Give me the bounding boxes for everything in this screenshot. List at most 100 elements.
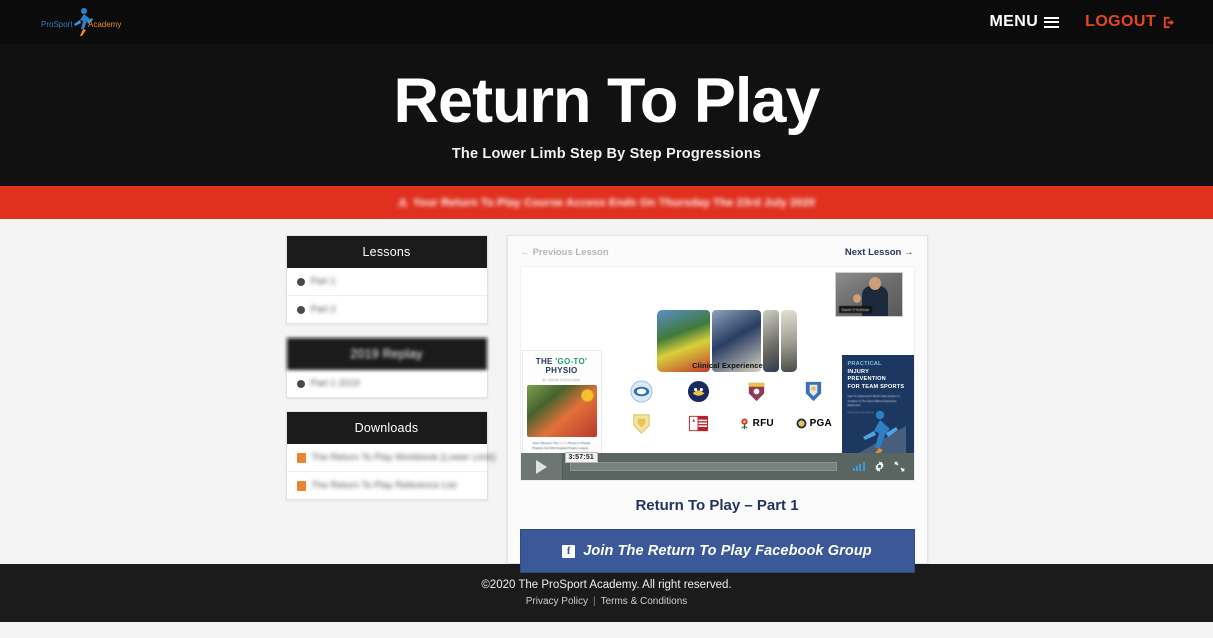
- progress-bar-container[interactable]: 3:57:51: [563, 452, 844, 480]
- play-button[interactable]: [520, 453, 563, 480]
- sidebar-item-label: Part 1 2019: [310, 378, 360, 389]
- alert-content: ⚠ Your Return To Play Course Access Ends…: [397, 196, 816, 210]
- signal-bars-icon[interactable]: [852, 462, 865, 471]
- running-figure-icon: [849, 410, 906, 458]
- play-icon: [535, 459, 547, 474]
- video-slide: David O'Sullivan THE 'GO-TO' PHYSIO BY D…: [520, 267, 914, 480]
- pga-logo: PGA: [796, 418, 832, 429]
- panel-downloads-header: Downloads: [286, 412, 487, 444]
- menu-button[interactable]: MENU: [989, 13, 1060, 31]
- panel-lessons: Lessons Part 1 Part 2: [285, 235, 488, 324]
- book-caption: How I Became The Go-To Physio In Private…: [528, 441, 596, 450]
- book-byline: BY DAVID O'SULLIVAN: [542, 378, 581, 382]
- logout-button[interactable]: LOGOUT: [1085, 13, 1177, 31]
- blue-club-crest: [806, 381, 822, 402]
- terms-conditions-link[interactable]: Terms & Conditions: [601, 596, 688, 607]
- legal-links: Privacy Policy | Terms & Conditions: [526, 596, 688, 607]
- rfu-logo: RFU: [739, 417, 774, 430]
- book-title-line-1: THE 'GO-TO': [528, 357, 596, 366]
- fullscreen-icon[interactable]: [894, 461, 905, 472]
- sidebar-item-lesson-2[interactable]: Part 2: [287, 296, 487, 323]
- navy-club-crest: [688, 380, 710, 403]
- poster-line-1: PRACTICAL: [847, 361, 882, 367]
- privacy-policy-link[interactable]: Privacy Policy: [526, 596, 588, 607]
- nav-right-group: MENU LOGOUT: [989, 13, 1177, 31]
- pdf-file-icon: [296, 452, 306, 463]
- copyright-text: ©2020 The ProSport Academy. All right re…: [481, 579, 732, 591]
- logout-arrow-icon: [1163, 16, 1175, 28]
- page-body: Lessons Part 1 Part 2 2019 Replay Part 1…: [0, 219, 1213, 573]
- sidebar-item-replay-1[interactable]: Part 1 2019: [287, 370, 487, 397]
- status-dot-icon: [296, 305, 305, 314]
- lesson-title: Return To Play – Part 1: [635, 497, 799, 514]
- pga-seal-icon: [796, 418, 807, 429]
- client-logo-grid: RFU PGA: [613, 380, 843, 435]
- facebook-button-label: Join The Return To Play Facebook Group: [583, 543, 872, 559]
- facebook-f-icon: f: [562, 544, 576, 558]
- bestseller-badge-icon: [580, 389, 594, 402]
- download-item-reference[interactable]: The Return To Play Reference List: [287, 472, 487, 499]
- presenter-hand: [852, 294, 861, 303]
- book-title-the: THE: [535, 357, 556, 366]
- panel-replay: 2019 Replay Part 1 2019: [285, 337, 488, 398]
- video-player[interactable]: David O'Sullivan THE 'GO-TO' PHYSIO BY D…: [519, 266, 915, 481]
- book-cover-injury-prevention: PRACTICAL INJURY PREVENTION FOR TEAM SPO…: [841, 355, 914, 460]
- rose-icon: [741, 418, 748, 429]
- rfu-label: RFU: [752, 418, 774, 429]
- page-subtitle: The Lower Limb Step By Step Progressions: [451, 146, 762, 163]
- clinical-experience-block: Clinical Experience RFU PGA: [613, 361, 843, 435]
- gold-club-crest: [633, 414, 650, 434]
- next-lesson-link[interactable]: Next Lesson →: [845, 247, 914, 258]
- england-rugby-league-crest: [689, 415, 709, 432]
- poster-line-3: FOR TEAM SPORTS: [847, 383, 905, 390]
- book-title-line-2: PHYSIO: [545, 366, 578, 375]
- book-caption-b: Go-To: [558, 441, 568, 445]
- status-dot-icon: [296, 379, 305, 388]
- pdf-file-icon: [296, 480, 306, 491]
- presenter-name-label: David O'Sullivan: [838, 306, 873, 313]
- download-item-workbook[interactable]: The Return To Play Workbook (Lower Limb): [286, 444, 496, 472]
- top-navigation-bar: ProSport Academy MENU LOGOUT: [0, 0, 1213, 44]
- book-cover-go-to-physio: THE 'GO-TO' PHYSIO BY DAVID O'SULLIVAN H…: [521, 350, 602, 462]
- maroon-club-crest: [748, 382, 764, 402]
- current-time-tooltip: 3:57:51: [564, 452, 599, 463]
- prosport-academy-logo[interactable]: ProSport Academy: [40, 4, 130, 40]
- sidebar-item-lesson-1[interactable]: Part 1: [286, 268, 487, 296]
- book-title-goto: 'GO-TO': [555, 357, 588, 366]
- warning-triangle-icon: ⚠: [397, 197, 408, 209]
- logo-icon: ProSport Academy: [41, 8, 121, 36]
- poster-line-2: INJURY PREVENTION: [847, 368, 886, 383]
- clinical-experience-heading: Clinical Experience: [692, 361, 763, 370]
- presenter-webcam-overlay: David O'Sullivan: [834, 272, 903, 317]
- legal-separator: |: [592, 596, 596, 607]
- lesson-navigation: ← Previous Lesson Next Lesson →: [520, 245, 915, 266]
- gear-icon[interactable]: [874, 461, 885, 472]
- logout-label: LOGOUT: [1085, 13, 1156, 30]
- presenter-head: [868, 277, 881, 290]
- sidebar-item-label: Part 1: [310, 276, 336, 287]
- panel-lessons-header: Lessons: [286, 236, 487, 268]
- sidebar-item-label: Part 2: [310, 304, 336, 315]
- panel-replay-header: 2019 Replay: [286, 338, 487, 370]
- player-icon-group: [844, 461, 914, 472]
- progress-bar-track[interactable]: [569, 462, 837, 471]
- hero-section: Return To Play The Lower Limb Step By St…: [0, 44, 1213, 186]
- pga-label: PGA: [809, 418, 832, 429]
- course-sidebar: Lessons Part 1 Part 2 2019 Replay Part 1…: [285, 235, 496, 564]
- previous-lesson-link[interactable]: ← Previous Lesson: [521, 247, 609, 258]
- leeds-rhinos-crest: [630, 380, 653, 403]
- page-title: Return To Play: [393, 65, 821, 136]
- book-cover-photo: [526, 385, 597, 437]
- hamburger-icon: [1044, 16, 1060, 28]
- book-caption-a: How I Became The: [532, 441, 559, 445]
- download-item-label: The Return To Play Reference List: [311, 480, 457, 491]
- download-item-label: The Return To Play Workbook (Lower Limb): [311, 452, 496, 463]
- video-controls-bar: 3:57:51: [520, 452, 914, 480]
- svg-text:ProSport: ProSport: [41, 20, 73, 29]
- status-dot-icon: [296, 277, 305, 286]
- lesson-content-card: ← Previous Lesson Next Lesson → David O'…: [506, 235, 928, 573]
- join-facebook-group-button[interactable]: f Join The Return To Play Facebook Group: [519, 529, 915, 573]
- menu-label: MENU: [989, 13, 1039, 30]
- alert-message: Your Return To Play Course Access Ends O…: [412, 196, 816, 209]
- svg-text:Academy: Academy: [88, 20, 121, 29]
